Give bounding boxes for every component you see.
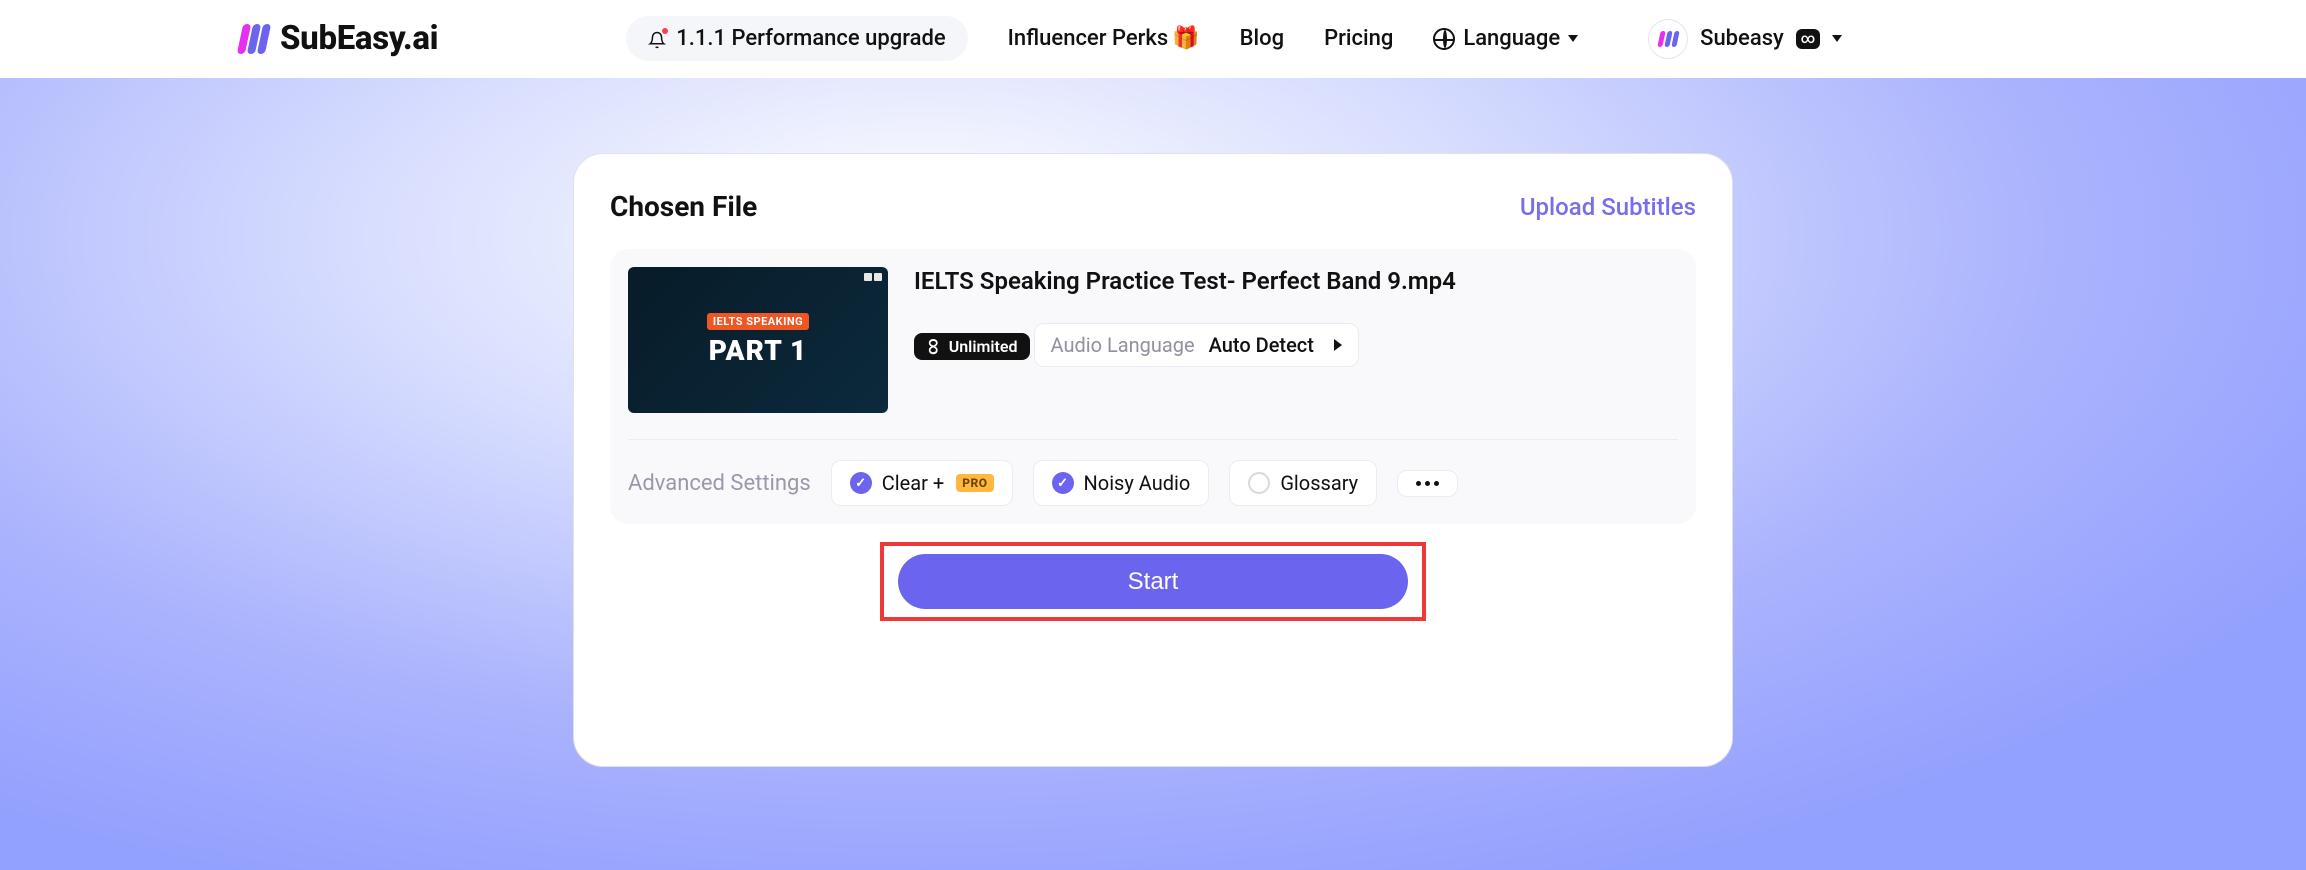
chosen-file-block: IELTS SPEAKING PART 1 IELTS Speaking Pra…	[610, 249, 1696, 524]
infinity-badge: ∞	[1796, 29, 1821, 49]
avatar	[1648, 19, 1688, 59]
top-nav: SubEasy.ai 1.1.1 Performance upgrade Inf…	[0, 0, 2306, 78]
hero-area: Chosen File Upload Subtitles IELTS SPEAK…	[0, 78, 2306, 870]
nav-influencer-perks[interactable]: Influencer Perks	[1008, 26, 1200, 51]
check-icon	[1248, 472, 1270, 494]
audio-language-value: Auto Detect	[1209, 333, 1314, 357]
brand-logo[interactable]: SubEasy.ai	[240, 19, 438, 58]
language-label: Language	[1463, 26, 1560, 51]
profile-name: Subeasy	[1700, 26, 1784, 51]
upload-card: Chosen File Upload Subtitles IELTS SPEAK…	[573, 153, 1733, 767]
check-icon	[850, 472, 872, 494]
start-highlight-box: Start	[880, 542, 1426, 621]
advanced-settings-row: Advanced Settings Clear + PRO Noisy Audi…	[628, 460, 1678, 506]
unlimited-badge: ∞ Unlimited	[914, 333, 1030, 360]
infinity-icon: ∞	[925, 338, 944, 355]
check-icon	[1052, 472, 1074, 494]
divider	[628, 439, 1678, 440]
nav-blog[interactable]: Blog	[1240, 26, 1284, 51]
card-title: Chosen File	[610, 190, 757, 223]
main-nav: 1.1.1 Performance upgrade Influencer Per…	[626, 16, 1842, 61]
pro-badge: PRO	[956, 474, 993, 492]
start-button[interactable]: Start	[898, 554, 1408, 609]
language-selector[interactable]: Language	[1433, 26, 1578, 51]
bell-icon	[648, 30, 666, 48]
file-name: IELTS Speaking Practice Test- Perfect Ba…	[914, 267, 1456, 295]
announcement-pill[interactable]: 1.1.1 Performance upgrade	[626, 16, 967, 61]
audio-language-selector[interactable]: Audio Language Auto Detect	[1034, 323, 1359, 367]
profile-menu[interactable]: Subeasy ∞	[1648, 19, 1842, 59]
logo-icon	[240, 24, 268, 54]
brand-name: SubEasy.ai	[280, 19, 438, 58]
chevron-down-icon	[1568, 35, 1578, 42]
option-noisy-audio[interactable]: Noisy Audio	[1033, 460, 1210, 506]
globe-icon	[1433, 28, 1455, 50]
more-options-button[interactable]	[1397, 470, 1458, 497]
thumb-corner-icon	[864, 273, 882, 281]
announcement-text: 1.1.1 Performance upgrade	[676, 26, 945, 51]
advanced-settings-label: Advanced Settings	[628, 471, 811, 496]
audio-language-label: Audio Language	[1051, 333, 1195, 357]
option-glossary[interactable]: Glossary	[1229, 460, 1377, 506]
upload-subtitles-link[interactable]: Upload Subtitles	[1520, 193, 1696, 221]
chevron-down-icon	[1832, 35, 1842, 42]
thumb-title: PART 1	[709, 334, 808, 367]
nav-pricing[interactable]: Pricing	[1324, 26, 1393, 51]
option-clear-plus[interactable]: Clear + PRO	[831, 460, 1013, 506]
file-meta: IELTS Speaking Practice Test- Perfect Ba…	[914, 267, 1456, 413]
video-thumbnail[interactable]: IELTS SPEAKING PART 1	[628, 267, 888, 413]
thumb-tag: IELTS SPEAKING	[707, 313, 809, 330]
triangle-right-icon	[1334, 339, 1342, 351]
